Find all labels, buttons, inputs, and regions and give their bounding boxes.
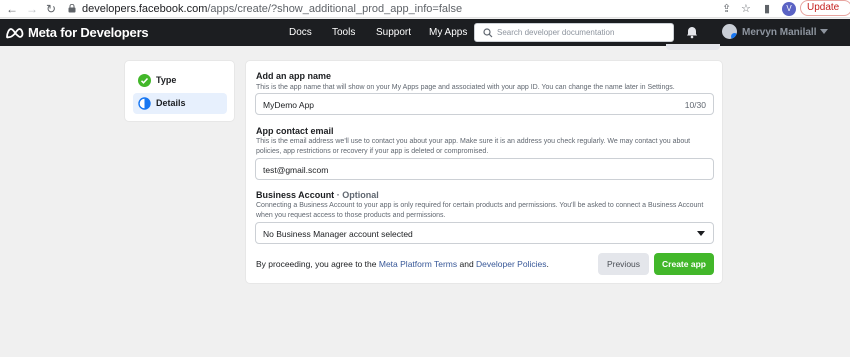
developer-policies-link[interactable]: Developer Policies xyxy=(476,259,546,269)
contact-email-field[interactable]: test@gmail.scom xyxy=(255,158,714,180)
app-name-label: Add an app name xyxy=(256,71,332,81)
logo-text: Meta for Developers xyxy=(28,25,149,40)
url-path: /apps/create/?show_additional_prod_app_i… xyxy=(207,3,463,15)
forward-arrow-icon[interactable]: → xyxy=(26,2,38,16)
terms-suffix: . xyxy=(546,259,549,269)
nav-tools[interactable]: Tools xyxy=(332,27,355,39)
browser-toolbar: ← → ↻ developers.facebook.com/apps/creat… xyxy=(0,0,850,18)
business-account-select[interactable]: No Business Manager account selected xyxy=(255,222,714,244)
sidebar-icon[interactable]: ▮ xyxy=(764,2,770,16)
terms-text: By proceeding, you agree to the Meta Pla… xyxy=(256,259,549,269)
lock-icon xyxy=(68,4,76,13)
share-icon[interactable]: ⇪ xyxy=(722,2,731,16)
half-circle-progress-icon xyxy=(138,97,151,110)
contact-email-label: App contact email xyxy=(256,126,334,136)
nav-my-apps[interactable]: My Apps xyxy=(429,27,467,39)
user-avatar[interactable] xyxy=(722,24,737,39)
contact-email-help: This is the email address we'll use to c… xyxy=(256,138,691,155)
search-input[interactable] xyxy=(497,26,667,39)
app-name-field[interactable]: MyDemo App 10/30 xyxy=(255,93,714,115)
step-type[interactable]: Type xyxy=(133,70,227,91)
browser-update-button[interactable]: Update xyxy=(800,0,850,16)
step-details[interactable]: Details xyxy=(133,93,227,114)
check-circle-icon xyxy=(138,74,151,87)
optional-tag: · Optional xyxy=(336,190,379,200)
back-arrow-icon[interactable]: ← xyxy=(6,2,18,16)
terms-middle: and xyxy=(457,259,477,269)
top-nav-bar: Meta for Developers Docs Tools Support M… xyxy=(0,19,850,46)
create-app-steps: Type Details xyxy=(124,60,235,122)
create-app-button[interactable]: Create app xyxy=(654,253,714,275)
meta-platform-terms-link[interactable]: Meta Platform Terms xyxy=(379,259,457,269)
doc-search-box[interactable] xyxy=(474,23,674,42)
dropdown-caret-icon xyxy=(697,231,705,236)
app-name-value: MyDemo App xyxy=(263,100,315,110)
business-account-label: Business Account · Optional xyxy=(256,190,379,201)
nav-docs[interactable]: Docs xyxy=(289,27,312,39)
meta-infinity-icon xyxy=(6,27,24,38)
facebook-badge-icon xyxy=(731,33,737,39)
search-icon xyxy=(483,28,493,38)
address-bar[interactable]: developers.facebook.com/apps/create/?sho… xyxy=(82,2,462,16)
app-name-char-counter: 10/30 xyxy=(684,100,706,110)
business-account-title: Business Account xyxy=(256,190,335,200)
business-account-help: Connecting a Business Account to your ap… xyxy=(256,202,704,219)
notifications-bell-icon[interactable] xyxy=(686,26,698,39)
reload-icon[interactable]: ↻ xyxy=(46,2,56,16)
app-details-form: Add an app name This is the app name tha… xyxy=(245,60,723,284)
business-account-selected: No Business Manager account selected xyxy=(263,229,413,239)
header-faded-button xyxy=(666,44,720,50)
chevron-down-icon[interactable] xyxy=(820,29,828,34)
app-name-help: This is the app name that will show on y… xyxy=(256,84,675,91)
step-label: Type xyxy=(156,75,177,85)
contact-email-value: test@gmail.scom xyxy=(263,165,329,175)
terms-prefix: By proceeding, you agree to the xyxy=(256,259,379,269)
url-host: developers.facebook.com xyxy=(82,3,208,15)
meta-logo[interactable]: Meta for Developers xyxy=(4,24,149,41)
page-subheader xyxy=(0,44,850,50)
previous-button[interactable]: Previous xyxy=(598,253,649,275)
user-name[interactable]: Mervyn Manilall xyxy=(742,27,816,39)
browser-profile-avatar[interactable]: V xyxy=(782,2,796,16)
step-label: Details xyxy=(156,98,186,108)
bookmark-star-icon[interactable]: ☆ xyxy=(741,2,751,16)
nav-support[interactable]: Support xyxy=(376,27,411,39)
